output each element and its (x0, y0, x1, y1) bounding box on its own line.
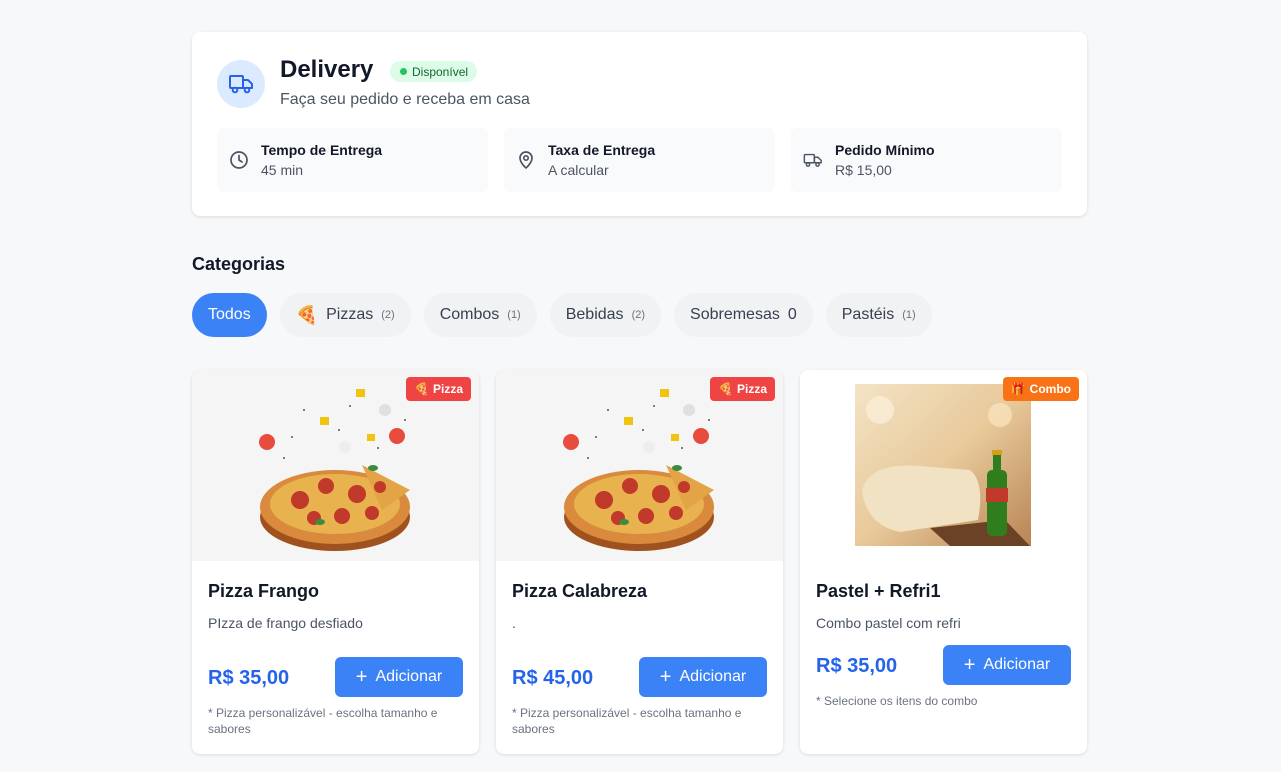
plus-icon: + (355, 666, 368, 688)
product-card: 🍕 Pizza Pizza Calabreza . R$ 45,00 + Adi… (496, 370, 783, 754)
badge-label: Pizza (432, 382, 463, 396)
add-to-cart-button[interactable]: + Adicionar (639, 657, 767, 697)
product-note: * Selecione os itens do combo (816, 694, 978, 708)
gift-icon: 🎁 (1010, 382, 1026, 396)
clock-icon (230, 151, 248, 169)
chip-label: Pizzas (326, 306, 374, 323)
info-label: Tempo de Entrega (261, 142, 383, 158)
chip-label: Pastéis (841, 306, 895, 323)
product-description: Combo pastel com refri (816, 615, 961, 631)
status-badge-label: Disponível (412, 64, 469, 79)
map-pin-icon (519, 151, 533, 169)
chip-count: (1) (902, 309, 916, 321)
add-button-label: Adicionar (375, 668, 443, 685)
status-badge: Disponível (390, 61, 478, 82)
page-content: Delivery Disponível Faça seu pedido e re… (192, 32, 1087, 754)
pizza-icon: 🍕 (718, 382, 733, 396)
category-chip-combos[interactable]: Combos (1) (423, 293, 537, 337)
info-label: Pedido Mínimo (835, 142, 935, 158)
status-dot-icon (400, 68, 407, 75)
product-description: . (512, 615, 516, 631)
add-to-cart-button[interactable]: + Adicionar (335, 657, 463, 697)
product-price: R$ 35,00 (816, 655, 898, 677)
category-chip-sobremesas[interactable]: Sobremesas 0 (674, 293, 813, 337)
pizza-icon: 🍕 (295, 304, 319, 325)
category-chip-pasteis[interactable]: Pastéis (1) (825, 293, 932, 337)
product-grid: 🍕 Pizza Pizza Frango PIzza de frango des… (192, 370, 1087, 754)
delivery-subtitle: Faça seu pedido e receba em casa (280, 91, 530, 108)
category-filter: Todos 🍕 Pizzas (2) Combos (1) Bebidas (2… (192, 293, 932, 337)
badge-label: Combo (1029, 382, 1071, 396)
truck-icon (803, 153, 822, 167)
plus-icon: + (963, 654, 976, 676)
chip-count: (2) (631, 309, 646, 321)
category-chip-bebidas[interactable]: Bebidas (2) (549, 293, 662, 337)
chip-label: Sobremesas (690, 306, 780, 323)
chip-count: 0 (787, 306, 797, 323)
chip-count: (1) (507, 309, 521, 321)
product-price: R$ 45,00 (512, 667, 594, 689)
product-note: * Pizza personalizável - escolha tamanho… (208, 706, 438, 736)
product-description: PIzza de frango desfiado (208, 615, 363, 631)
add-button-label: Adicionar (679, 668, 747, 685)
product-name: Pizza Calabreza (512, 581, 648, 601)
category-chip-pizzas[interactable]: 🍕 Pizzas (2) (279, 293, 411, 337)
plus-icon: + (659, 666, 672, 688)
info-delivery-fee: Taxa de Entrega A calcular (504, 128, 775, 192)
product-card: 🎁 Combo Pastel + Refri1 Combo pastel com… (800, 370, 1087, 754)
product-card: 🍕 Pizza Pizza Frango PIzza de frango des… (192, 370, 479, 754)
category-chip-todos[interactable]: Todos (192, 293, 267, 337)
chip-label: Bebidas (565, 306, 624, 323)
pizza-icon: 🍕 (414, 382, 429, 396)
add-button-label: Adicionar (983, 656, 1051, 673)
product-name: Pastel + Refri1 (816, 581, 941, 601)
chip-count: (2) (381, 309, 395, 321)
delivery-title: Delivery (280, 56, 374, 83)
product-type-badge: 🎁 Combo (1002, 377, 1079, 401)
delivery-card: Delivery Disponível Faça seu pedido e re… (192, 32, 1087, 216)
product-name: Pizza Frango (208, 581, 320, 601)
info-value: A calcular (548, 162, 609, 178)
chip-label: Todos (208, 306, 251, 323)
product-type-badge: 🍕 Pizza (710, 377, 775, 401)
info-minimum-order: Pedido Mínimo R$ 15,00 (791, 128, 1062, 192)
info-label: Taxa de Entrega (548, 142, 656, 158)
badge-label: Pizza (736, 382, 767, 396)
add-to-cart-button[interactable]: + Adicionar (943, 645, 1071, 685)
delivery-truck-icon (217, 60, 265, 108)
product-price: R$ 35,00 (208, 667, 290, 689)
info-value: 45 min (261, 162, 304, 178)
categories-title: Categorias (192, 254, 286, 274)
product-type-badge: 🍕 Pizza (406, 377, 471, 401)
info-delivery-time: Tempo de Entrega 45 min (217, 128, 488, 192)
info-value: R$ 15,00 (835, 162, 892, 178)
product-note: * Pizza personalizável - escolha tamanho… (512, 706, 742, 736)
chip-label: Combos (439, 306, 500, 323)
